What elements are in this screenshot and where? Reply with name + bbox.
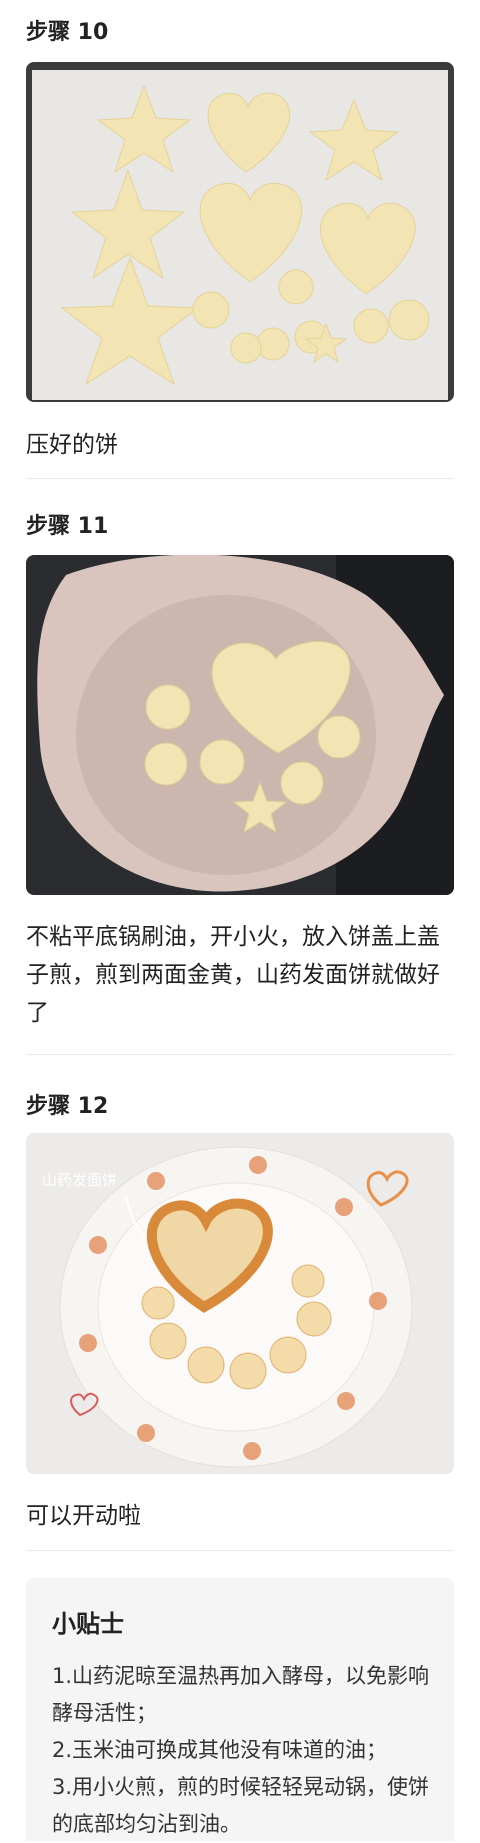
step-11-photo bbox=[26, 555, 454, 895]
frying-pan-photo-icon bbox=[26, 555, 454, 895]
tips-title: 小贴士 bbox=[52, 1610, 124, 1638]
step-10-description: 压好的饼 bbox=[26, 432, 118, 458]
tip-item: 1.山药泥晾至温热再加入酵母，以免影响酵母活性； bbox=[52, 1664, 430, 1725]
tip-item: 3.用小火煎，煎的时候轻轻晃动锅，使饼的底部均匀沾到油。 bbox=[52, 1775, 430, 1836]
step-11-title: 步骤 11 bbox=[26, 514, 109, 539]
photo-caption: 山药发面饼 bbox=[42, 1171, 117, 1189]
tips-list: 1.山药泥晾至温热再加入酵母，以免影响酵母活性； 2.玉米油可换成其他没有味道的… bbox=[52, 1658, 438, 1843]
step-11-description: 不粘平底锅刷油，开小火，放入饼盖上盖子煎，煎到两面金黄，山药发面饼就做好了 bbox=[26, 924, 440, 1026]
divider bbox=[26, 1054, 454, 1055]
baking-tray-photo-icon bbox=[26, 62, 454, 402]
tip-item: 2.玉米油可换成其他没有味道的油； bbox=[52, 1738, 388, 1762]
step-10-photo bbox=[26, 62, 454, 402]
divider bbox=[26, 1550, 454, 1551]
divider bbox=[26, 478, 454, 479]
tips-box: 小贴士 1.山药泥晾至温热再加入酵母，以免影响酵母活性； 2.玉米油可换成其他没… bbox=[26, 1578, 454, 1841]
step-12-title: 步骤 12 bbox=[26, 1094, 109, 1119]
step-12-photo: 山药发面饼 bbox=[26, 1133, 454, 1474]
recipe-steps-page: 步骤 10 压好的饼 步骤 11 不粘平底锅刷油，开小火，放入饼盖上盖子煎，煎到… bbox=[0, 0, 480, 1841]
step-10-title: 步骤 10 bbox=[26, 20, 109, 45]
step-12-description: 可以开动啦 bbox=[26, 1503, 141, 1529]
plated-pancakes-photo-icon: 山药发面饼 bbox=[26, 1133, 454, 1474]
